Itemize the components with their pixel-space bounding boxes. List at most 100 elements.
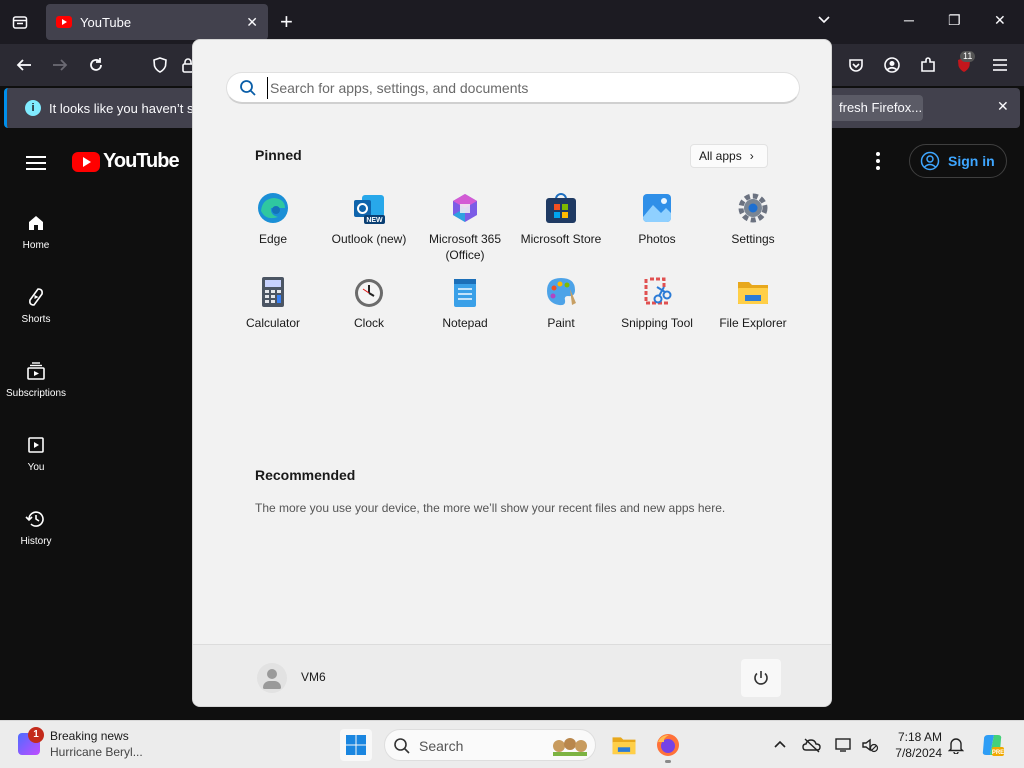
taskbar: 1 Breaking news Hurricane Beryl... Searc… xyxy=(0,720,1024,768)
minimize-icon[interactable]: ─ xyxy=(904,12,914,28)
tracking-protection-shield-icon[interactable] xyxy=(148,53,172,77)
store-icon xyxy=(544,191,578,225)
taskbar-search-label: Search xyxy=(419,738,464,754)
chevron-right-icon: › xyxy=(749,149,754,163)
user-name[interactable]: VM6 xyxy=(301,670,326,684)
window-close-icon[interactable]: ✕ xyxy=(994,12,1006,29)
more-options-icon[interactable] xyxy=(876,152,880,173)
windows-logo-icon xyxy=(346,735,366,755)
reload-icon[interactable] xyxy=(84,53,108,77)
home-icon xyxy=(25,212,47,234)
pinned-app-calculator[interactable]: Calculator xyxy=(225,275,321,331)
youtube-logo[interactable]: YouTube xyxy=(72,150,180,173)
taskbar-search-box[interactable]: Search xyxy=(384,729,596,761)
youtube-logo-text: YouTube xyxy=(103,150,180,172)
avatar[interactable] xyxy=(257,663,287,693)
firefox-view-icon[interactable] xyxy=(8,10,32,34)
close-notification-icon[interactable]: ✕ xyxy=(997,98,1009,115)
search-icon xyxy=(239,79,257,102)
user-circle-icon xyxy=(920,151,940,171)
svg-text:PRE: PRE xyxy=(992,750,1004,756)
svg-text:NEW: NEW xyxy=(366,217,383,224)
sign-in-button[interactable]: Sign in xyxy=(909,144,1007,178)
start-search-input[interactable] xyxy=(267,77,787,99)
snipping-tool-icon xyxy=(640,275,674,309)
start-menu: Pinned All apps › Edge NEW Outlook (new)… xyxy=(192,39,832,707)
show-hidden-icons-chevron-icon[interactable] xyxy=(770,735,790,755)
news-notification-badge: 1 xyxy=(28,727,44,743)
pinned-app-paint[interactable]: Paint xyxy=(513,275,609,331)
tab-youtube[interactable]: YouTube ✕ xyxy=(46,4,268,40)
copilot-icon[interactable]: PRE xyxy=(980,733,1004,757)
news-title[interactable]: Breaking news xyxy=(50,729,129,743)
outlook-icon: NEW xyxy=(352,191,386,225)
refresh-firefox-button[interactable]: fresh Firefox... xyxy=(827,95,923,121)
start-button[interactable] xyxy=(340,729,372,761)
notification-text: It looks like you haven’t star xyxy=(49,101,209,116)
pinned-app-edge[interactable]: Edge xyxy=(225,191,321,247)
power-button[interactable] xyxy=(741,659,781,697)
sidebar-item-home[interactable]: Home xyxy=(0,212,72,251)
history-icon xyxy=(25,508,47,530)
pocket-icon[interactable] xyxy=(844,53,868,77)
back-icon[interactable] xyxy=(12,53,36,77)
pinned-app-microsoft-365[interactable]: Microsoft 365 (Office) xyxy=(417,191,513,263)
sidebar-item-label: Subscriptions xyxy=(5,388,67,399)
onedrive-offline-icon[interactable] xyxy=(802,735,822,755)
pinned-app-outlook[interactable]: NEW Outlook (new) xyxy=(321,191,417,247)
pinned-app-clock[interactable]: Clock xyxy=(321,275,417,331)
extension-badge: 11 xyxy=(960,51,976,62)
network-display-icon[interactable] xyxy=(834,735,854,755)
pinned-app-notepad[interactable]: Notepad xyxy=(417,275,513,331)
account-icon[interactable] xyxy=(880,53,904,77)
pinned-app-photos[interactable]: Photos xyxy=(609,191,705,247)
extensions-puzzle-icon[interactable] xyxy=(916,53,940,77)
taskbar-file-explorer[interactable] xyxy=(608,729,640,761)
list-all-tabs-chevron-icon[interactable] xyxy=(816,12,832,33)
forward-icon[interactable] xyxy=(48,53,72,77)
paint-icon xyxy=(544,275,578,309)
settings-icon xyxy=(736,191,770,225)
sidebar-item-label: History xyxy=(20,536,52,547)
running-indicator xyxy=(665,760,671,763)
taskbar-firefox[interactable] xyxy=(652,729,684,763)
app-name: Notepad xyxy=(442,316,488,330)
app-name: Microsoft Store xyxy=(520,232,602,246)
app-name: Microsoft 365 (Office) xyxy=(428,232,502,262)
clock-time: 7:18 AM xyxy=(897,730,942,744)
app-name: Outlook (new) xyxy=(331,232,407,246)
new-tab-icon[interactable]: + xyxy=(280,10,293,34)
you-icon xyxy=(25,434,47,456)
recommended-title: Recommended xyxy=(255,467,356,483)
system-clock[interactable]: 7:18 AM 7/8/2024 xyxy=(888,729,942,761)
file-explorer-icon xyxy=(736,275,770,309)
notifications-bell-icon[interactable] xyxy=(946,735,966,755)
pinned-app-settings[interactable]: Settings xyxy=(705,191,801,247)
sidebar-item-shorts[interactable]: Shorts xyxy=(0,286,72,325)
all-apps-button[interactable]: All apps › xyxy=(690,144,768,168)
pinned-app-snipping-tool[interactable]: Snipping Tool xyxy=(609,275,705,331)
news-subtitle[interactable]: Hurricane Beryl... xyxy=(50,745,143,759)
volume-muted-icon[interactable] xyxy=(860,735,880,755)
subscriptions-icon xyxy=(25,360,47,382)
sidebar-item-you[interactable]: You xyxy=(0,434,72,473)
shorts-icon xyxy=(25,286,47,308)
sign-in-label: Sign in xyxy=(948,153,995,169)
calculator-icon xyxy=(256,275,290,309)
app-name: Calculator xyxy=(245,316,301,330)
clock-icon xyxy=(352,275,386,309)
app-menu-icon[interactable] xyxy=(988,53,1012,77)
pinned-app-microsoft-store[interactable]: Microsoft Store xyxy=(513,191,609,247)
app-name: Edge xyxy=(258,232,288,246)
clock-date: 7/8/2024 xyxy=(895,746,942,760)
sidebar-item-history[interactable]: History xyxy=(0,508,72,547)
app-name: Paint xyxy=(547,316,575,330)
app-name: Clock xyxy=(353,316,384,330)
sidebar-item-subscriptions[interactable]: Subscriptions xyxy=(0,360,72,399)
app-name: Settings xyxy=(731,232,775,246)
guide-menu-icon[interactable] xyxy=(26,152,46,174)
restore-icon[interactable]: ❐ xyxy=(948,12,961,29)
pinned-app-file-explorer[interactable]: File Explorer xyxy=(705,275,801,331)
close-tab-icon[interactable]: ✕ xyxy=(246,14,258,31)
start-search-box[interactable] xyxy=(226,72,800,104)
